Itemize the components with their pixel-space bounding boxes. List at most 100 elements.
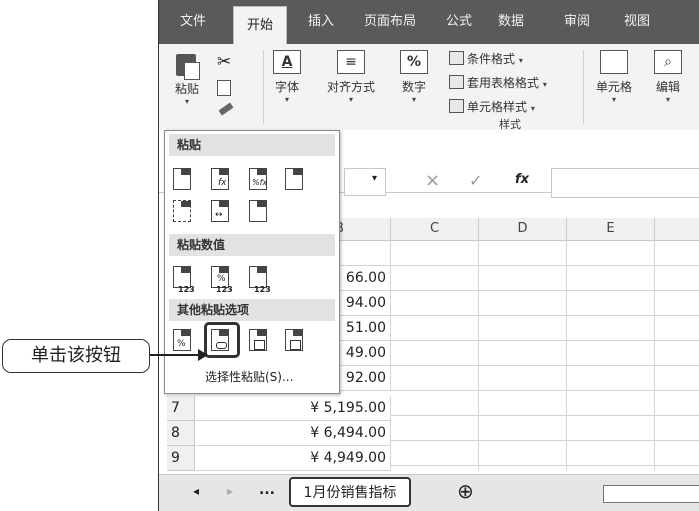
empty-cells-grid[interactable]	[391, 241, 699, 471]
callout-label: 单击该按钮	[2, 339, 150, 373]
cells-icon	[600, 50, 628, 74]
paste-special-menu-item[interactable]: 选择性粘贴(S)...	[205, 368, 293, 385]
name-box-dropdown[interactable]: ▾	[344, 168, 386, 196]
formula-input[interactable]	[551, 168, 699, 198]
clipboard-percent-formula-icon: %fx	[249, 168, 267, 190]
clipboard-column-width-icon: ↔	[211, 200, 229, 222]
tab-formulas[interactable]: 公式	[437, 0, 481, 44]
clipboard-123-icon: 123	[173, 266, 195, 294]
alignment-dropdown-arrow: ▾	[348, 95, 353, 104]
sheet-tab-bar: ◂ ▸ ... 1月份销售指标 ⊕	[159, 474, 699, 511]
row-header-9[interactable]: 9	[167, 446, 195, 471]
cut-icon[interactable]: ✂	[217, 52, 231, 72]
paste-option-values[interactable]: 123	[171, 263, 195, 294]
cell-style-button[interactable]: 单元格样式 ▾	[449, 98, 535, 115]
number-label: 数字	[401, 80, 426, 94]
font-label: 字体	[274, 80, 299, 94]
cells-label: 单元格	[595, 80, 632, 94]
ribbon: 粘贴 ▾ ✂ A 字体 ▾ ≡ 对齐方式 ▾ % 数字 ▾ 条件格式 ▾ 套用表…	[159, 44, 699, 131]
paste-option-values-number-format[interactable]: % 123	[209, 263, 233, 294]
clipboard-picture-icon	[249, 329, 267, 351]
column-width-glyph: ↔	[215, 210, 223, 220]
number-dropdown-arrow: ▾	[411, 95, 416, 104]
conditional-format-icon	[449, 51, 464, 65]
horizontal-scrollbar[interactable]	[603, 485, 699, 503]
row-header-7[interactable]: 7	[167, 396, 195, 421]
cell-a7[interactable]	[196, 396, 290, 421]
font-icon: A	[273, 50, 301, 74]
paste-option-linked-picture[interactable]	[283, 326, 307, 352]
copy-icon[interactable]	[217, 80, 231, 96]
values-glyph: 123	[216, 285, 233, 294]
prev-sheet-icon[interactable]: ◂	[193, 484, 199, 498]
paste-dropdown-arrow: ▾	[184, 97, 189, 106]
formula-glyph: fx	[218, 178, 227, 188]
paste-option-formulas-number-format[interactable]: %fx	[247, 165, 271, 191]
values-glyph: 123	[178, 285, 195, 294]
cell-b9[interactable]: ¥ 6,494.00	[289, 421, 391, 446]
column-header-f[interactable]	[655, 218, 699, 241]
paste-option-picture[interactable]	[247, 326, 271, 352]
column-header-e[interactable]: E	[567, 218, 655, 241]
cell-a8[interactable]	[196, 421, 290, 446]
tab-view[interactable]: 视图	[615, 0, 659, 44]
alignment-button[interactable]: ≡ 对齐方式 ▾	[317, 50, 385, 104]
conditional-format-button[interactable]: 条件格式 ▾	[449, 50, 523, 67]
paste-option-transpose[interactable]	[247, 197, 271, 223]
tab-review[interactable]: 审阅	[555, 0, 599, 44]
cell-style-label: 单元格样式	[467, 100, 528, 114]
cell-b10[interactable]: ¥ 4,949.00	[289, 446, 391, 471]
table-format-button[interactable]: 套用表格格式 ▾	[449, 74, 547, 91]
sheet-tab-january-sales[interactable]: 1月份销售指标	[289, 477, 411, 507]
column-header-c[interactable]: C	[391, 218, 479, 241]
cancel-icon[interactable]: ×	[425, 170, 440, 191]
tab-file[interactable]: 文件	[171, 0, 215, 44]
cell-a9[interactable]	[196, 446, 290, 471]
format-painter-icon[interactable]	[218, 102, 234, 116]
enter-icon[interactable]: ✓	[469, 171, 482, 190]
chevron-down-icon: ▾	[371, 173, 377, 184]
percent-glyph: %	[217, 274, 226, 284]
table-format-dropdown-arrow: ▾	[542, 80, 547, 89]
paste-button[interactable]: 粘贴 ▾	[165, 50, 209, 106]
row-header-8[interactable]: 8	[167, 421, 195, 446]
clipboard-brush-icon	[285, 168, 303, 190]
cell-b8[interactable]: ¥ 5,195.00	[289, 396, 391, 421]
editing-button[interactable]: ⌕ 编辑 ▾	[649, 50, 687, 104]
more-sheets-button[interactable]: ...	[259, 482, 275, 498]
cells-button[interactable]: 单元格 ▾	[589, 50, 639, 104]
tab-page-layout[interactable]: 页面布局	[355, 0, 425, 44]
clipboard-formula-icon: fx	[211, 168, 229, 190]
paste-option-keep-source-format[interactable]	[283, 165, 307, 191]
clipboard-linked-picture-icon	[285, 329, 303, 351]
clipboard-percent-123-icon: % 123	[211, 266, 233, 294]
conditional-format-label: 条件格式	[467, 52, 516, 66]
ribbon-tab-bar: 文件 开始 插入 页面布局 公式 数据 审阅 视图	[159, 0, 699, 45]
clipboard-brush-123-icon: 123	[249, 266, 271, 294]
values-glyph: 123	[254, 285, 271, 294]
column-header-d[interactable]: D	[479, 218, 567, 241]
align-icon: ≡	[337, 50, 365, 74]
clipboard-icon	[173, 168, 191, 190]
clipboard-transpose-icon	[249, 200, 267, 222]
clipboard-icon	[174, 50, 200, 80]
number-button[interactable]: % 数字 ▾	[395, 50, 433, 104]
add-sheet-icon[interactable]: ⊕	[457, 479, 474, 503]
tab-home[interactable]: 开始	[233, 6, 287, 45]
tab-insert[interactable]: 插入	[299, 0, 343, 44]
ribbon-separator	[263, 50, 264, 124]
percent-formula-glyph: %fx	[252, 178, 268, 187]
insert-function-icon[interactable]: fx	[515, 172, 529, 187]
paste-option-no-borders[interactable]	[171, 197, 195, 223]
next-sheet-icon[interactable]: ▸	[227, 484, 233, 498]
paste-option-values-source-format[interactable]: 123	[247, 263, 271, 294]
paste-option-paste[interactable]	[171, 165, 195, 191]
paste-option-keep-column-width[interactable]: ↔	[209, 197, 233, 223]
ribbon-separator	[583, 50, 584, 124]
table-format-label: 套用表格格式	[467, 76, 540, 90]
paste-option-formulas[interactable]: fx	[209, 165, 233, 191]
tab-data[interactable]: 数据	[489, 0, 533, 44]
clipboard-no-border-icon	[173, 200, 191, 222]
callout-arrow	[150, 349, 208, 361]
font-button[interactable]: A 字体 ▾	[267, 50, 307, 104]
